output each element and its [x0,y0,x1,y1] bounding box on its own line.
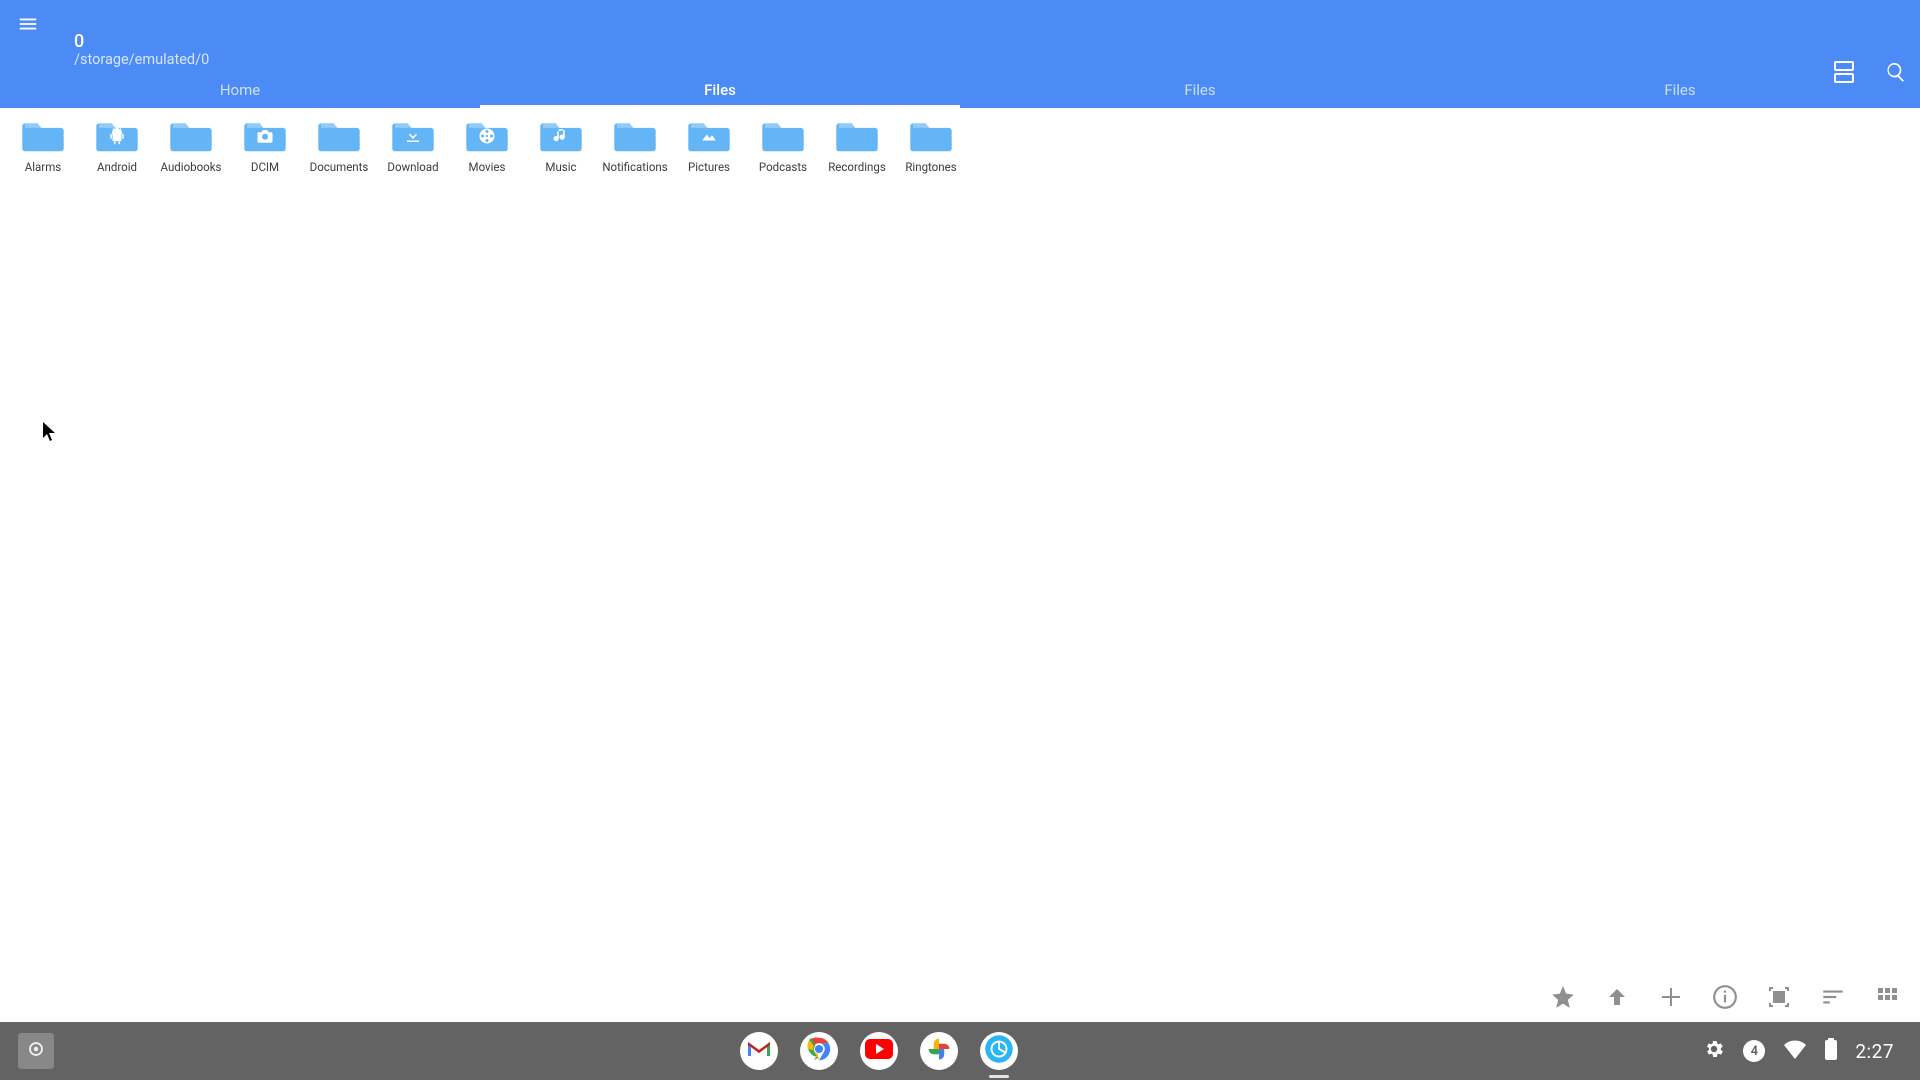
folder-icon [464,118,510,154]
files-app-icon [984,1034,1014,1068]
folder-label: DCIM [251,160,279,174]
settings-tray[interactable] [1703,1038,1725,1064]
film-icon [478,127,496,149]
folder-label: Download [387,160,438,174]
sort-button[interactable] [1818,984,1848,1014]
gear-icon [1703,1038,1725,1064]
dock-youtube[interactable] [860,1032,898,1070]
tab-files-3[interactable]: Files [1440,72,1920,108]
folder-android[interactable]: Android [80,114,154,192]
info-button[interactable] [1710,984,1740,1014]
folder-label: Pictures [688,160,730,174]
gmail-icon [746,1039,772,1063]
folder-label: Documents [310,160,369,174]
tab-home[interactable]: Home [0,72,480,108]
wifi-tray[interactable] [1783,1039,1807,1063]
info-icon [1712,984,1738,1014]
folder-ringtones[interactable]: Ringtones [894,114,968,192]
folder-icon [908,118,954,154]
dock-chrome[interactable] [800,1032,838,1070]
folder-label: Recordings [828,160,886,174]
folder-label: Notifications [602,160,667,174]
android-icon [108,127,126,149]
select-all-button[interactable] [1764,984,1794,1014]
folder-icon [20,118,66,154]
music-icon [552,127,570,149]
view-grid-button[interactable] [1872,984,1902,1014]
sort-icon [1820,984,1846,1014]
folder-download[interactable]: Download [376,114,450,192]
folder-podcasts[interactable]: Podcasts [746,114,820,192]
folder-grid: Alarms Android Audiobooks DCIM Documents Down… [0,108,1920,198]
download-icon [404,127,422,149]
tab-files-2[interactable]: Files [960,72,1440,108]
folder-label: Audiobooks [161,160,222,174]
favorite-button[interactable] [1548,984,1578,1014]
dock [54,1032,1703,1070]
notification-tray[interactable]: 4 [1743,1040,1765,1062]
folder-icon [390,118,436,154]
app-bar: 0 /storage/emulated/0 Home Files Files F… [0,0,1920,108]
wifi-icon [1783,1039,1807,1063]
star-icon [1550,984,1576,1014]
folder-alarms[interactable]: Alarms [6,114,80,192]
system-tray: 4 2:27 [1703,1038,1894,1064]
folder-icon [168,118,214,154]
arrow-up-icon [1605,985,1629,1013]
folder-label: Podcasts [759,160,807,174]
chrome-icon [804,1034,834,1068]
folder-audiobooks[interactable]: Audiobooks [154,114,228,192]
folder-icon [686,118,732,154]
bottom-toolbar [1548,984,1902,1014]
folder-icon [242,118,288,154]
folder-pictures[interactable]: Pictures [672,114,746,192]
folder-label: Alarms [25,160,61,174]
add-button[interactable] [1656,984,1686,1014]
menu-icon [17,13,39,39]
title-block: 0 /storage/emulated/0 [74,0,209,70]
hamburger-menu-button[interactable] [0,0,56,54]
notification-badge: 4 [1743,1040,1765,1062]
up-button[interactable] [1602,984,1632,1014]
system-taskbar: 4 2:27 [0,1022,1920,1080]
battery-tray[interactable] [1825,1038,1837,1064]
folder-label: Movies [469,160,506,174]
mouse-cursor [42,422,56,446]
folder-label: Android [97,160,137,174]
plus-icon [1659,985,1683,1013]
folder-icon [94,118,140,154]
folder-label: Ringtones [905,160,956,174]
battery-icon [1825,1038,1837,1064]
folder-movies[interactable]: Movies [450,114,524,192]
folder-path: /storage/emulated/0 [74,51,209,70]
dock-files[interactable] [980,1032,1018,1070]
select-all-icon [1767,985,1791,1013]
folder-music[interactable]: Music [524,114,598,192]
folder-recordings[interactable]: Recordings [820,114,894,192]
dock-gmail[interactable] [740,1032,778,1070]
camera-icon [256,127,274,149]
youtube-icon [865,1039,893,1063]
clock[interactable]: 2:27 [1855,1040,1894,1063]
folder-label: Music [545,160,576,174]
folder-icon [760,118,806,154]
grid-icon [1875,985,1899,1013]
folder-icon [612,118,658,154]
folder-documents[interactable]: Documents [302,114,376,192]
folder-title: 0 [74,32,209,52]
tab-files-1[interactable]: Files [480,72,960,108]
launcher-button[interactable] [18,1033,54,1069]
appbar-top: 0 /storage/emulated/0 [0,0,1920,52]
folder-dcim[interactable]: DCIM [228,114,302,192]
folder-icon [834,118,880,154]
folder-icon [316,118,362,154]
circle-icon [27,1040,45,1062]
image-icon [700,127,718,149]
tab-bar: Home Files Files Files [0,72,1920,108]
photos-icon [925,1035,953,1067]
dock-photos[interactable] [920,1032,958,1070]
folder-notifications[interactable]: Notifications [598,114,672,192]
folder-icon [538,118,584,154]
